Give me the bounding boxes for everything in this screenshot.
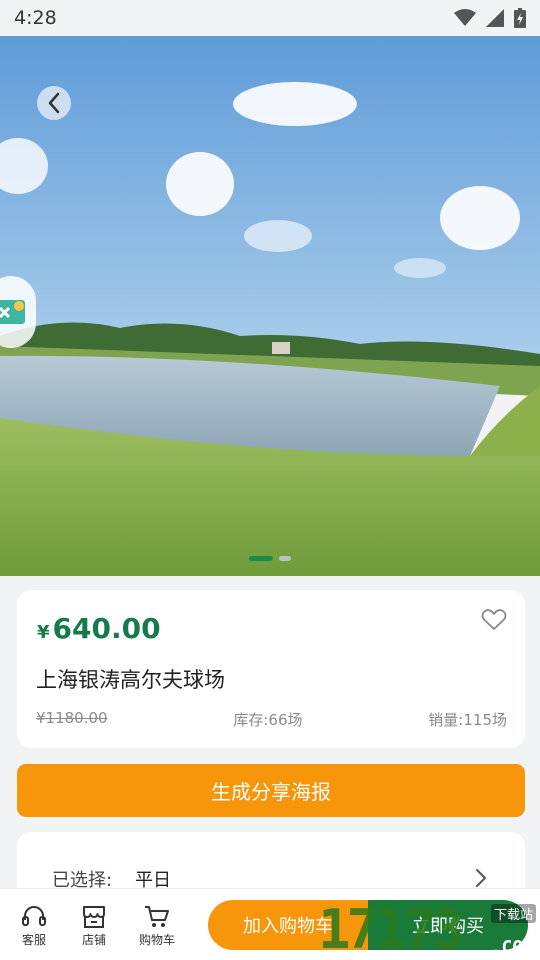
price: ¥ 640.00 bbox=[37, 612, 161, 645]
gallery-pagination bbox=[0, 556, 540, 561]
back-button[interactable] bbox=[37, 86, 71, 120]
chevron-right-icon bbox=[476, 869, 486, 887]
price-value: 640.00 bbox=[52, 612, 161, 645]
product-meta: ¥1180.00 库存:66场 销量:115场 bbox=[36, 709, 507, 730]
currency-symbol: ¥ bbox=[37, 622, 50, 643]
bottom-action-bar: 客服 店铺 购物车 加入购物车 立即购买 bbox=[0, 888, 540, 960]
tool-label-cart: 购物车 bbox=[139, 933, 176, 947]
broken-image-icon bbox=[0, 300, 25, 324]
status-icons bbox=[454, 8, 526, 28]
tool-label-service: 客服 bbox=[21, 933, 46, 947]
status-bar: 4:28 bbox=[0, 0, 540, 36]
golf-course-photo bbox=[0, 36, 540, 576]
product-title: 上海银涛高尔夫球场 bbox=[36, 668, 225, 692]
product-info-card: ¥ 640.00 上海银涛高尔夫球场 ¥1180.00 库存:66场 销量:11… bbox=[17, 590, 525, 748]
tool-label-store: 店铺 bbox=[81, 933, 106, 947]
product-image-gallery[interactable] bbox=[0, 36, 540, 576]
favorite-button[interactable] bbox=[481, 608, 507, 636]
cart-button[interactable]: 购物车 bbox=[139, 905, 175, 948]
add-to-cart-button[interactable]: 加入购物车 bbox=[208, 900, 368, 950]
battery-icon bbox=[514, 8, 526, 28]
chevron-left-icon bbox=[48, 92, 60, 114]
sales-count: 销量:115场 bbox=[428, 711, 507, 729]
heart-icon bbox=[481, 609, 507, 630]
wifi-icon bbox=[454, 9, 476, 26]
cart-icon bbox=[145, 906, 169, 927]
generate-share-poster-button[interactable]: 生成分享海报 bbox=[17, 764, 525, 817]
pagination-dot[interactable] bbox=[279, 556, 291, 561]
original-price: ¥1180.00 bbox=[36, 709, 108, 727]
stock-count: 库存:66场 bbox=[233, 711, 303, 729]
headset-icon bbox=[22, 906, 46, 926]
buy-now-button[interactable]: 立即购买 bbox=[368, 900, 528, 950]
store-button[interactable]: 店铺 bbox=[81, 905, 107, 948]
customer-service-button[interactable]: 客服 bbox=[21, 905, 47, 948]
status-time: 4:28 bbox=[14, 7, 57, 29]
signal-icon bbox=[486, 9, 504, 27]
floating-image-badge[interactable] bbox=[0, 276, 36, 348]
pagination-dot-active[interactable] bbox=[249, 556, 273, 561]
store-icon bbox=[83, 906, 105, 928]
